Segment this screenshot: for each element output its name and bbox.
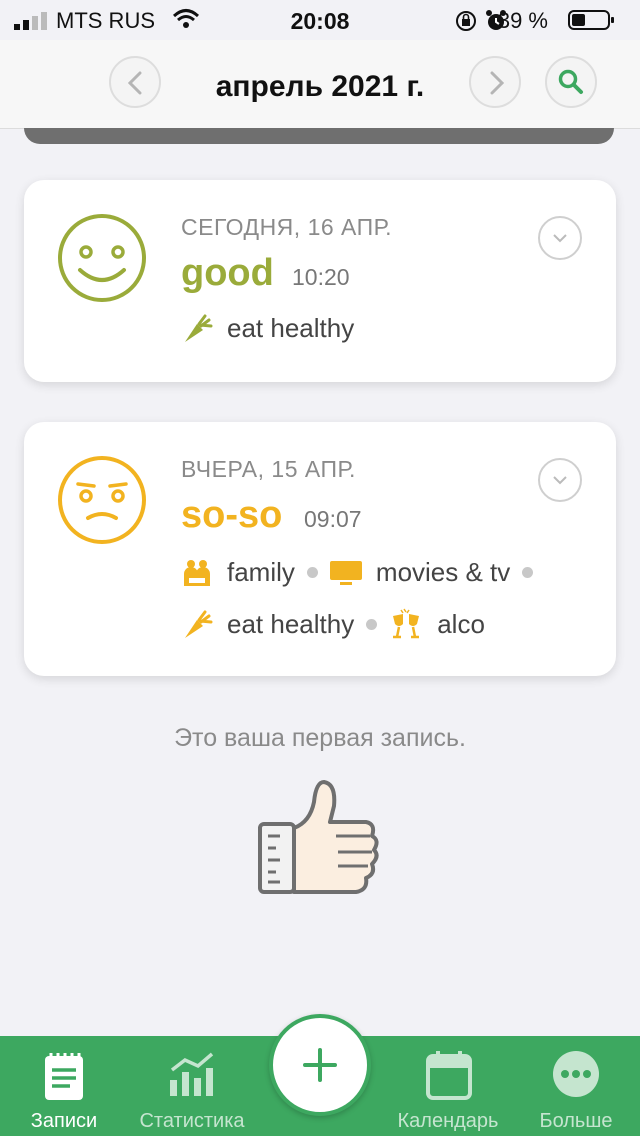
first-entry-note: Это ваша первая запись. bbox=[174, 724, 466, 752]
entry-date: СЕГОДНЯ, 16 АПР. bbox=[181, 214, 393, 240]
meh-face-icon bbox=[58, 456, 146, 544]
tag-label: eat healthy bbox=[227, 312, 355, 343]
entry-mood: so-so bbox=[181, 494, 283, 536]
chevron-down-icon bbox=[553, 476, 567, 485]
orientation-lock-icon bbox=[456, 11, 476, 31]
tab-more[interactable]: Больше bbox=[516, 1036, 636, 1136]
expand-entry-button[interactable] bbox=[538, 216, 582, 260]
expand-entry-button[interactable] bbox=[538, 458, 582, 502]
entry-mood: good bbox=[181, 252, 274, 294]
collapsed-panel-edge bbox=[24, 128, 614, 144]
tab-calendar[interactable]: Календарь bbox=[388, 1036, 508, 1136]
entry-date: ВЧЕРА, 15 АПР. bbox=[181, 456, 356, 482]
tag-label: family bbox=[227, 556, 295, 587]
entry-card[interactable]: СЕГОДНЯ, 16 АПР. good 10:20 eat healthy bbox=[24, 180, 616, 382]
chevron-right-icon bbox=[490, 71, 505, 95]
add-entry-button[interactable] bbox=[269, 1014, 371, 1116]
entry-tags-row: eat healthy alco bbox=[181, 608, 485, 640]
plus-icon bbox=[303, 1048, 337, 1082]
stats-icon bbox=[170, 1052, 214, 1096]
tag-label: movies & tv bbox=[375, 556, 511, 587]
search-icon bbox=[558, 69, 583, 94]
entry-time: 09:07 bbox=[304, 506, 362, 532]
tag-label: eat healthy bbox=[227, 608, 355, 639]
next-month-button[interactable] bbox=[469, 56, 521, 108]
tab-label: Больше bbox=[539, 1110, 613, 1132]
notes-icon bbox=[45, 1053, 83, 1100]
smile-face-icon bbox=[58, 214, 146, 302]
status-bar: MTS RUS 20:08 39 % bbox=[0, 0, 640, 40]
tab-entries[interactable]: Записи bbox=[4, 1036, 124, 1136]
carrot-icon bbox=[185, 610, 213, 638]
search-button[interactable] bbox=[545, 56, 597, 108]
tab-label: Записи bbox=[30, 1110, 98, 1132]
carrot-icon bbox=[185, 314, 213, 342]
battery-percent: 39 % bbox=[497, 8, 548, 33]
page-title: апрель 2021 г. bbox=[215, 70, 425, 103]
entry-time: 10:20 bbox=[292, 264, 350, 290]
chevron-down-icon bbox=[553, 234, 567, 243]
month-header: апрель 2021 г. bbox=[0, 40, 640, 129]
tv-icon bbox=[329, 561, 362, 585]
tab-statistics[interactable]: Статистика bbox=[132, 1036, 252, 1136]
more-icon bbox=[553, 1051, 599, 1097]
entry-tags: eat healthy bbox=[181, 312, 354, 344]
tag-label: alco bbox=[437, 608, 485, 639]
thumbs-up-icon bbox=[258, 780, 379, 894]
calendar-icon bbox=[426, 1051, 472, 1100]
tab-label: Статистика bbox=[139, 1110, 245, 1132]
family-icon bbox=[184, 560, 210, 586]
entry-card[interactable]: ВЧЕРА, 15 АПР. so-so 09:07 family movies… bbox=[24, 422, 616, 676]
battery-icon bbox=[568, 10, 614, 30]
tag-separator bbox=[306, 566, 318, 578]
tab-label: Календарь bbox=[397, 1110, 499, 1132]
glasses-cheers-icon bbox=[393, 608, 420, 639]
entry-tags-row: family movies & tv bbox=[181, 556, 545, 588]
tag-separator bbox=[522, 566, 534, 578]
tag-separator bbox=[366, 618, 378, 630]
